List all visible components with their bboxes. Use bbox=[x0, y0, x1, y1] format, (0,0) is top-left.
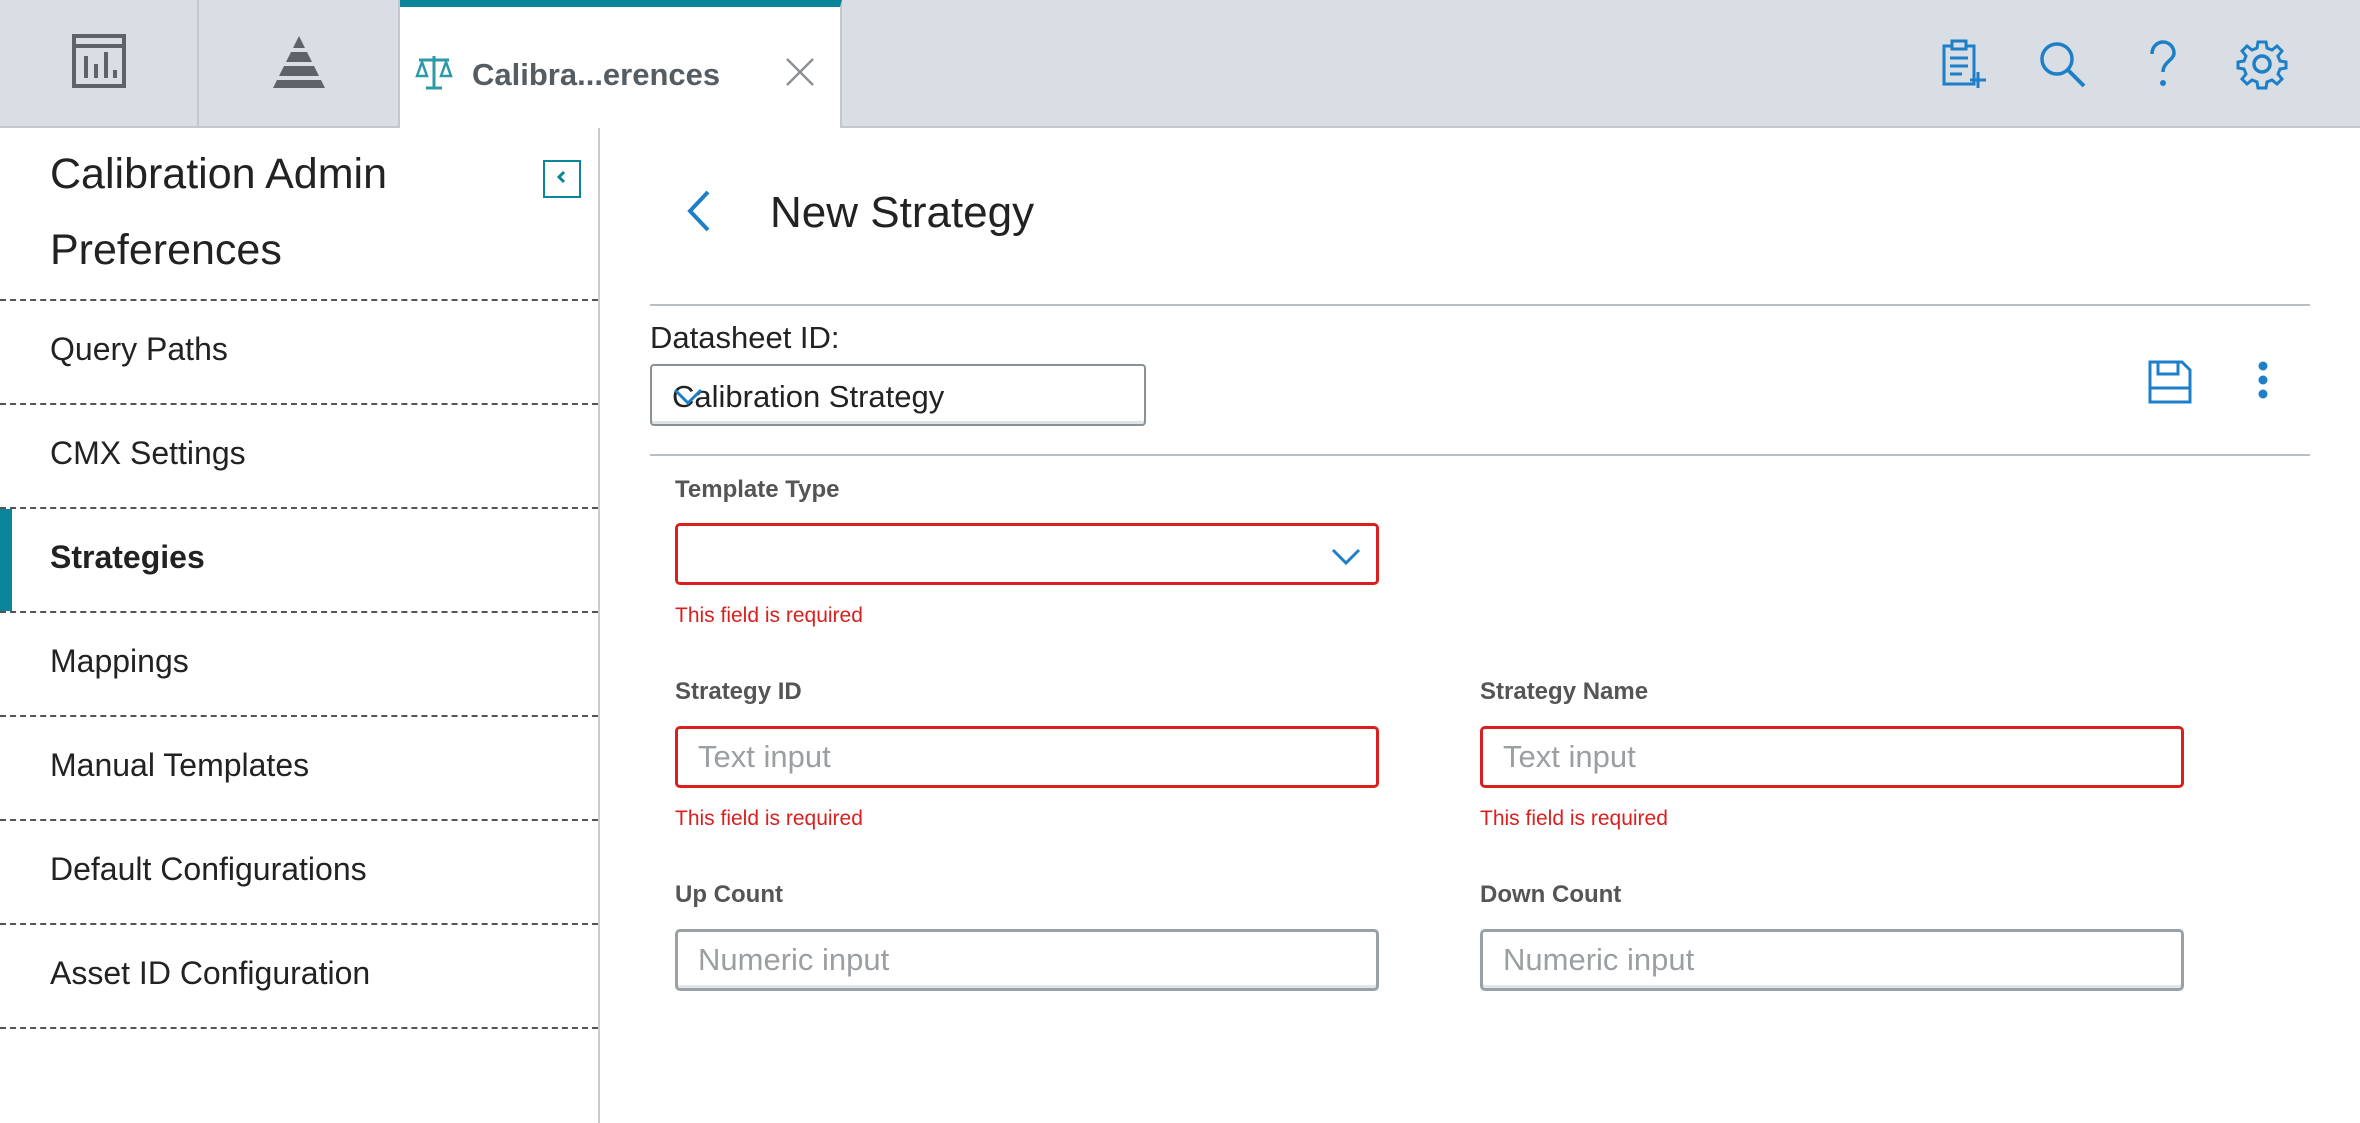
scale-icon bbox=[414, 52, 454, 97]
sidebar-item-mappings[interactable]: Mappings bbox=[0, 613, 598, 717]
strategy-id-field[interactable] bbox=[675, 726, 1379, 788]
sidebar-item-label: Asset ID Configuration bbox=[50, 955, 371, 991]
sidebar-item-manual-templates[interactable]: Manual Templates bbox=[0, 717, 598, 821]
template-type-error: This field is required bbox=[675, 604, 863, 627]
sidebar-list: Query Paths CMX Settings Strategies Mapp… bbox=[0, 299, 598, 1029]
more-vertical-icon[interactable] bbox=[2255, 358, 2271, 411]
down-count-label: Down Count bbox=[1480, 881, 1622, 908]
chevron-down-icon bbox=[672, 382, 1130, 418]
main-content: New Strategy Datasheet ID: Calibration S… bbox=[600, 128, 2360, 1123]
help-icon[interactable] bbox=[2134, 36, 2190, 92]
chevron-left-icon bbox=[552, 167, 572, 192]
sidebar-item-label: Mappings bbox=[50, 643, 189, 679]
sidebar-item-asset-id-configuration[interactable]: Asset ID Configuration bbox=[0, 925, 598, 1029]
template-type-select[interactable] bbox=[675, 523, 1379, 585]
add-clipboard-icon[interactable] bbox=[1934, 36, 1990, 92]
strategy-name-field[interactable] bbox=[1480, 726, 2184, 788]
divider bbox=[650, 304, 2310, 306]
sidebar-item-query-paths[interactable]: Query Paths bbox=[0, 301, 598, 405]
sidebar: Calibration Admin Preferences Query Path… bbox=[0, 128, 600, 1123]
tab-calibration-preferences[interactable]: Calibra...erences bbox=[400, 0, 842, 128]
collapse-sidebar-button[interactable] bbox=[543, 160, 581, 198]
chevron-down-icon bbox=[1330, 542, 1362, 575]
close-icon[interactable] bbox=[782, 54, 818, 95]
up-count-label: Up Count bbox=[675, 881, 783, 908]
dashboard-nav-button[interactable] bbox=[0, 0, 199, 126]
up-count-input[interactable] bbox=[678, 932, 1376, 988]
sidebar-item-cmx-settings[interactable]: CMX Settings bbox=[0, 405, 598, 509]
sidebar-item-label: Query Paths bbox=[50, 331, 228, 367]
search-icon[interactable] bbox=[2034, 36, 2090, 92]
template-type-label: Template Type bbox=[675, 476, 840, 503]
pyramid-icon bbox=[270, 32, 328, 95]
tab-label: Calibra...erences bbox=[472, 57, 721, 92]
sidebar-item-label: Strategies bbox=[50, 539, 205, 575]
save-icon[interactable] bbox=[2146, 358, 2194, 411]
top-bar: Calibra...erences bbox=[0, 0, 2360, 128]
back-arrow-icon[interactable] bbox=[680, 186, 720, 241]
sidebar-item-strategies[interactable]: Strategies bbox=[0, 509, 598, 613]
up-count-field[interactable] bbox=[675, 929, 1379, 991]
pyramid-nav-button[interactable] bbox=[199, 0, 400, 126]
strategy-id-input[interactable] bbox=[678, 729, 1376, 785]
down-count-input[interactable] bbox=[1483, 932, 2181, 988]
down-count-field[interactable] bbox=[1480, 929, 2184, 991]
sidebar-item-label: Default Configurations bbox=[50, 851, 367, 887]
gear-icon[interactable] bbox=[2234, 36, 2290, 92]
strategy-id-label: Strategy ID bbox=[675, 678, 802, 705]
sidebar-item-label: CMX Settings bbox=[50, 435, 246, 471]
strategy-name-error: This field is required bbox=[1480, 807, 1668, 830]
sidebar-title: Calibration Admin Preferences bbox=[50, 150, 388, 274]
page-title: New Strategy bbox=[770, 188, 1035, 237]
sidebar-item-default-configurations[interactable]: Default Configurations bbox=[0, 821, 598, 925]
datasheet-label: Datasheet ID: bbox=[650, 320, 840, 355]
divider bbox=[650, 454, 2310, 456]
datasheet-select[interactable]: Calibration Strategy bbox=[650, 364, 1146, 426]
strategy-id-error: This field is required bbox=[675, 807, 863, 830]
dashboard-icon bbox=[71, 33, 126, 93]
strategy-name-input[interactable] bbox=[1483, 729, 2181, 785]
strategy-name-label: Strategy Name bbox=[1480, 678, 1649, 705]
sidebar-item-label: Manual Templates bbox=[50, 747, 310, 783]
